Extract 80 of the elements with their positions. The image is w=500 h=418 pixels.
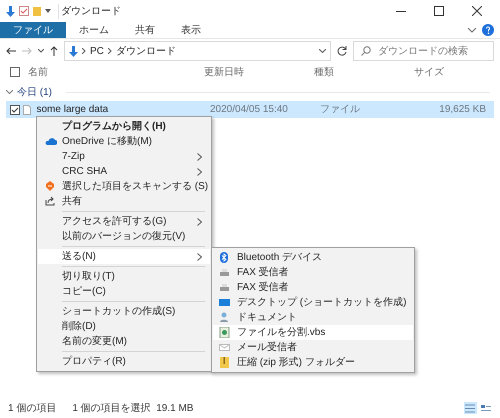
refresh-icon[interactable] — [337, 46, 347, 56]
document-user-icon — [219, 312, 230, 323]
monitor-icon — [219, 297, 230, 308]
checklist-icon[interactable] — [19, 6, 29, 16]
menu-item[interactable]: 共有 — [38, 194, 210, 209]
selection-info: 1 個の項目を選択 19.1 MB — [72, 402, 194, 416]
breadcrumb-item[interactable]: ダウンロード — [116, 44, 176, 58]
menu-item[interactable]: CRC SHA — [38, 164, 210, 179]
breadcrumb-item[interactable]: PC — [90, 44, 104, 58]
menu-item[interactable]: アクセスを許可する(G) — [38, 214, 210, 229]
item-count: 1 個の項目 — [8, 402, 56, 416]
checkbox[interactable] — [10, 67, 20, 77]
menu-item[interactable]: FAX 受信者 — [213, 280, 413, 295]
checkbox[interactable] — [10, 104, 20, 114]
menu-item[interactable]: 7-Zip — [38, 149, 210, 164]
script-file-icon — [219, 327, 230, 338]
cloud-icon — [45, 136, 57, 146]
menu-item[interactable]: ドキュメント — [213, 310, 413, 325]
download-arrow-icon — [69, 46, 78, 56]
menu-item[interactable]: 圧縮 (zip 形式) フォルダー — [213, 355, 413, 370]
shield-icon — [45, 181, 57, 191]
chevron-right-icon — [197, 252, 202, 260]
menu-item[interactable]: ファイルを分割.vbs — [213, 325, 413, 340]
address-bar[interactable]: PC ダウンロード — [64, 41, 331, 61]
file-size: 19,625 KB — [439, 104, 486, 115]
ribbon-tab[interactable]: ファイル — [0, 22, 66, 38]
share-icon — [45, 196, 57, 206]
ribbon-tab[interactable]: 表示 — [168, 22, 214, 38]
chevron-right-icon — [82, 48, 86, 54]
file-row[interactable]: some large data 2020/04/05 15:40 ファイル 19,625 KB — [6, 101, 494, 118]
chevron-down-icon[interactable] — [6, 90, 13, 94]
ribbon-tab[interactable]: ホーム — [66, 22, 122, 38]
menu-item[interactable]: Bluetooth デバイス — [213, 250, 413, 265]
window-title: ダウンロード — [58, 4, 121, 18]
dropdown-caret-icon[interactable] — [45, 9, 51, 13]
menu-item[interactable]: コピー(C) — [38, 284, 210, 299]
download-arrow-icon[interactable] — [6, 6, 15, 16]
back-arrow-icon[interactable] — [6, 47, 16, 55]
zip-folder-icon — [219, 357, 230, 368]
menu-item[interactable]: ショートカットの作成(S) — [38, 304, 210, 319]
column-header[interactable]: 更新日時 — [204, 66, 244, 78]
chevron-right-icon — [108, 48, 112, 54]
menu-item[interactable]: 切り取り(T) — [38, 269, 210, 284]
menu-item[interactable]: メール受信者 — [213, 340, 413, 355]
file-type: ファイル — [320, 104, 360, 115]
chevron-right-icon — [197, 218, 202, 226]
minimize-icon[interactable] — [396, 10, 406, 12]
menu-item[interactable]: デスクトップ (ショートカットを作成) — [213, 295, 413, 310]
menu-item[interactable]: プロパティ(R) — [38, 354, 210, 369]
menu-item[interactable]: 選択した項目をスキャンする (S) — [38, 179, 210, 194]
close-icon[interactable] — [472, 6, 482, 16]
tiles-view-button[interactable] — [479, 402, 492, 414]
dropdown-caret-icon[interactable] — [319, 49, 326, 53]
menu-item[interactable]: 削除(D) — [38, 319, 210, 334]
column-header[interactable]: 名前 — [28, 64, 48, 80]
chevron-down-icon[interactable] — [468, 28, 476, 32]
menu-item[interactable]: 送る(N) — [38, 249, 210, 264]
column-header[interactable]: サイズ — [414, 66, 444, 78]
file-name[interactable]: some large data — [36, 102, 108, 117]
menu-item[interactable]: 名前の変更(M) — [38, 334, 210, 349]
help-icon[interactable] — [482, 24, 494, 36]
search-field[interactable]: ダウンロードの検索 — [353, 41, 494, 61]
printer-icon — [219, 267, 230, 278]
ribbon-tab[interactable]: 共有 — [122, 22, 168, 38]
envelope-icon — [219, 342, 230, 353]
up-arrow-icon[interactable] — [50, 46, 58, 56]
maximize-icon[interactable] — [434, 6, 444, 16]
menu-item[interactable]: FAX 受信者 — [213, 265, 413, 280]
printer-icon — [219, 282, 230, 293]
menu-item[interactable]: プログラムから開く(H) — [38, 119, 210, 134]
menu-item[interactable]: OneDrive に移動(M) — [38, 134, 210, 149]
group-header[interactable]: 今日 (1) — [17, 84, 52, 100]
tiles-icon[interactable] — [480, 404, 490, 412]
menu-item[interactable]: 以前のバージョンの復元(V) — [38, 229, 210, 244]
chevron-down-icon[interactable] — [38, 49, 44, 53]
modified-date: 2020/04/05 15:40 — [210, 104, 288, 115]
column-header[interactable]: 種類 — [314, 66, 334, 78]
search-icon — [361, 46, 371, 56]
file-icon — [23, 104, 31, 114]
bluetooth-icon — [219, 252, 230, 263]
